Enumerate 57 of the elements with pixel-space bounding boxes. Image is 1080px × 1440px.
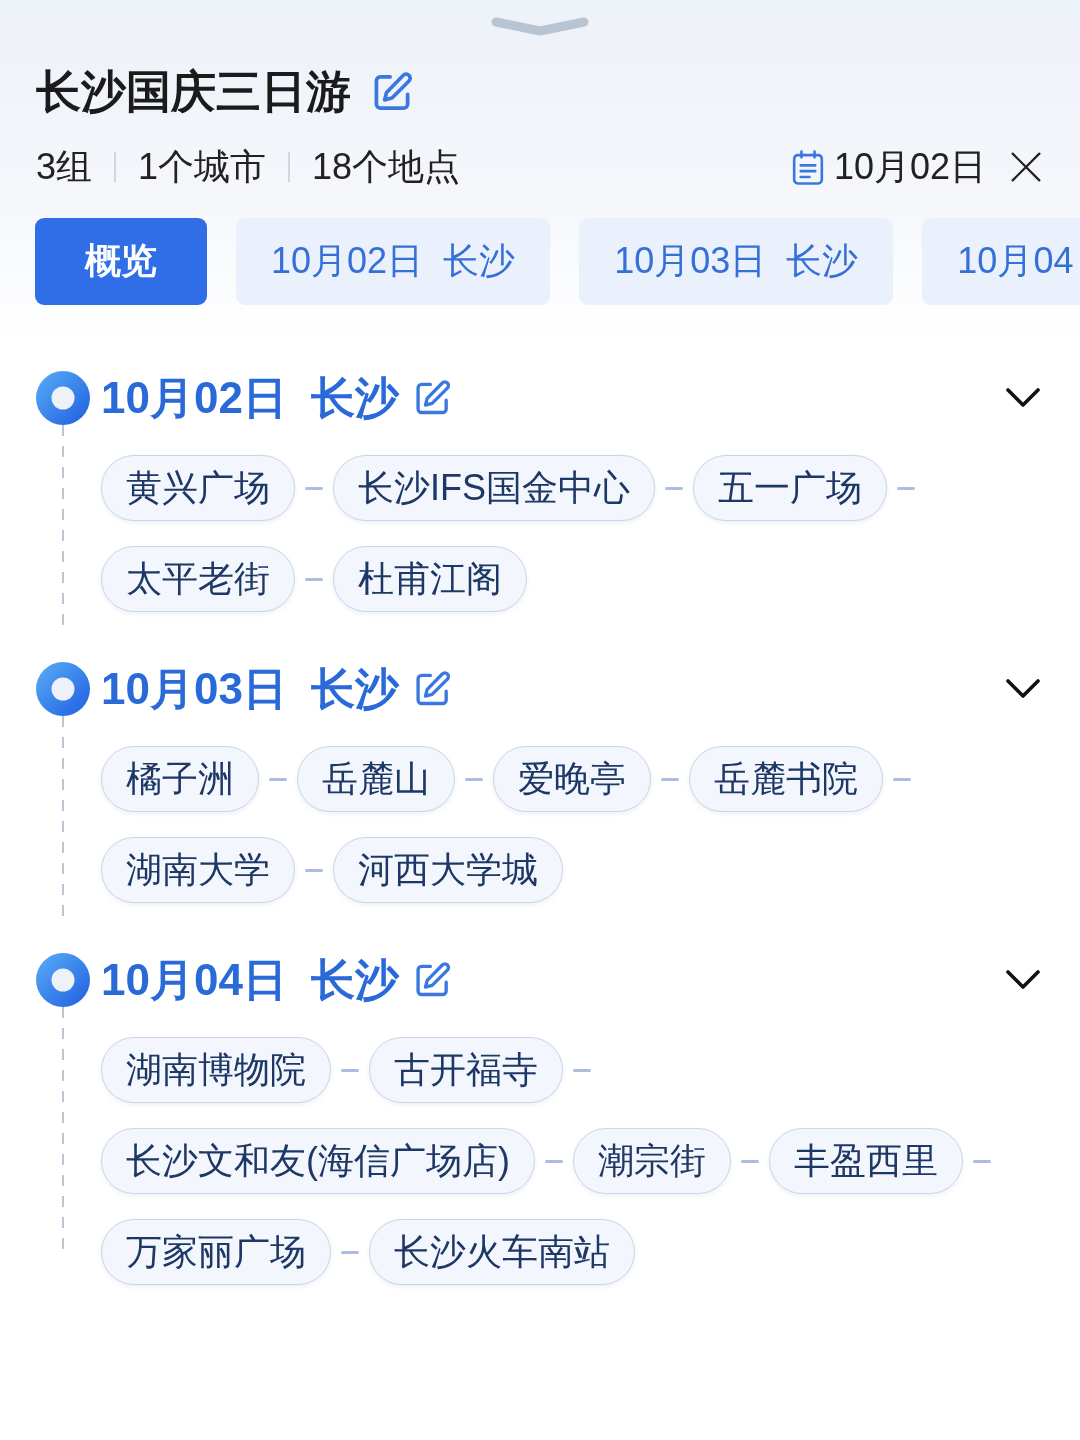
place-chip[interactable]: 万家丽广场	[101, 1219, 331, 1285]
place-chip[interactable]: 橘子洲	[101, 746, 259, 812]
edit-icon[interactable]	[415, 671, 451, 707]
edit-icon[interactable]	[373, 72, 413, 112]
tab[interactable]: 概览	[35, 218, 207, 305]
dash-icon	[897, 486, 915, 490]
timeline-dot-icon	[36, 371, 90, 425]
day-title: 10月03日 长沙	[101, 663, 399, 715]
chevron-down-icon[interactable]	[1005, 387, 1041, 409]
place-chip[interactable]: 河西大学城	[333, 837, 563, 903]
place-chip[interactable]: 湖南大学	[101, 837, 295, 903]
place-chip[interactable]: 黄兴广场	[101, 455, 295, 521]
stat-text: 18个地点	[312, 145, 461, 189]
place-chip[interactable]: 长沙火车南站	[369, 1219, 635, 1285]
place-chip[interactable]: 古开福寺	[369, 1037, 563, 1103]
dash-icon	[269, 777, 287, 781]
dash-icon	[305, 868, 323, 872]
dash-icon	[893, 777, 911, 781]
date-text: 10月02日	[833, 145, 986, 189]
place-chip[interactable]: 潮宗街	[573, 1128, 731, 1194]
dash-icon	[661, 777, 679, 781]
stat-text: 1个城市	[138, 145, 267, 189]
dash-icon	[545, 1159, 563, 1163]
dash-icon	[973, 1159, 991, 1163]
dash-icon	[341, 1250, 359, 1254]
stat-text: 3组	[36, 145, 93, 189]
dash-icon	[305, 486, 323, 490]
tab[interactable]: 10月02日 长沙	[236, 218, 551, 305]
day-title: 10月02日 长沙	[101, 372, 399, 424]
place-chip[interactable]: 杜甫江阁	[333, 546, 527, 612]
close-icon[interactable]	[1010, 151, 1042, 183]
chevron-down-icon[interactable]	[1005, 678, 1041, 700]
dash-icon	[465, 777, 483, 781]
chevron-down-icon[interactable]	[1005, 969, 1041, 991]
place-chip[interactable]: 太平老街	[101, 546, 295, 612]
place-chip[interactable]: 爱晚亭	[493, 746, 651, 812]
place-chip[interactable]: 长沙IFS国金中心	[333, 455, 655, 521]
trip-title: 长沙国庆三日游	[36, 65, 351, 119]
dash-icon	[741, 1159, 759, 1163]
tab[interactable]: 10月03日 长沙	[579, 218, 894, 305]
place-chip[interactable]: 岳麓书院	[689, 746, 883, 812]
tab[interactable]: 10月04	[922, 218, 1080, 305]
timeline-dot-icon	[36, 662, 90, 716]
place-chip[interactable]: 长沙文和友(海信广场店)	[101, 1128, 535, 1194]
dash-icon	[305, 577, 323, 581]
place-chip[interactable]: 丰盈西里	[769, 1128, 963, 1194]
dash-icon	[665, 486, 683, 490]
place-chip[interactable]: 岳麓山	[297, 746, 455, 812]
edit-icon[interactable]	[415, 962, 451, 998]
edit-icon[interactable]	[415, 380, 451, 416]
calendar-icon	[791, 149, 824, 185]
dash-icon	[341, 1068, 359, 1072]
dash-icon	[573, 1068, 591, 1072]
place-chip[interactable]: 湖南博物院	[101, 1037, 331, 1103]
timeline-dot-icon	[36, 953, 90, 1007]
place-chip[interactable]: 五一广场	[693, 455, 887, 521]
day-title: 10月04日 长沙	[101, 954, 399, 1006]
